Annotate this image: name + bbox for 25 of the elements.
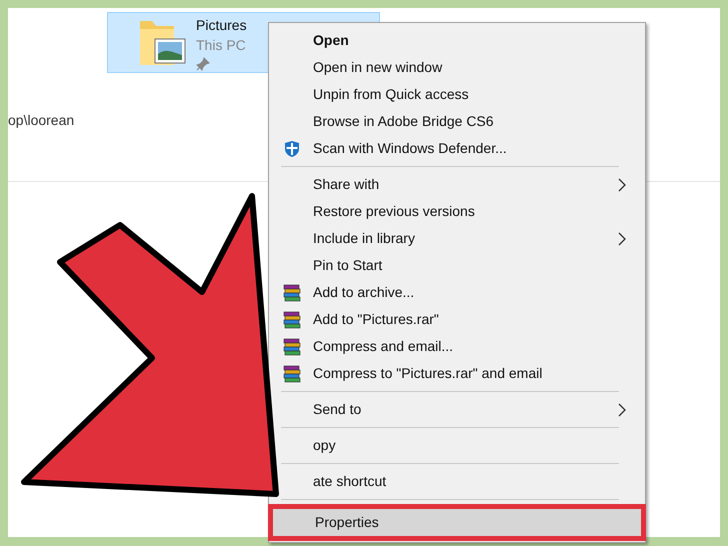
menu-item[interactable]: Add to "Pictures.rar"	[313, 308, 627, 330]
stacked-books-icon	[283, 310, 301, 328]
menu-item[interactable]: Unpin from Quick access	[313, 84, 627, 106]
shield-icon	[283, 140, 301, 158]
folder-name: Pictures	[196, 16, 247, 35]
stacked-books-icon	[283, 338, 301, 356]
menu-item[interactable]: Share with	[313, 174, 627, 196]
menu-item[interactable]: Browse in Adobe Bridge CS6	[313, 110, 627, 132]
menu-item[interactable]: Pin to Start	[313, 254, 627, 276]
chevron-right-icon	[617, 230, 627, 246]
menu-item[interactable]: opy	[313, 434, 627, 456]
menu-item[interactable]: Compress to "Pictures.rar" and email	[313, 362, 627, 384]
menu-item[interactable]: Scan with Windows Defender...	[313, 138, 627, 160]
folder-location: This PC	[196, 36, 247, 55]
stacked-books-icon	[283, 364, 301, 382]
address-path: op\loorean	[8, 112, 74, 128]
menu-item[interactable]: Send to	[313, 398, 627, 420]
chevron-right-icon	[617, 176, 627, 192]
stacked-books-icon	[283, 284, 301, 302]
menu-item[interactable]: Restore previous versions	[313, 200, 627, 222]
menu-item[interactable]: Add to archive...	[313, 282, 627, 304]
menu-item[interactable]: Include in library	[313, 228, 627, 250]
chevron-right-icon	[617, 402, 627, 418]
menu-item[interactable]: Compress and email...	[313, 336, 627, 358]
menu-item[interactable]: ate shortcut	[313, 470, 627, 492]
